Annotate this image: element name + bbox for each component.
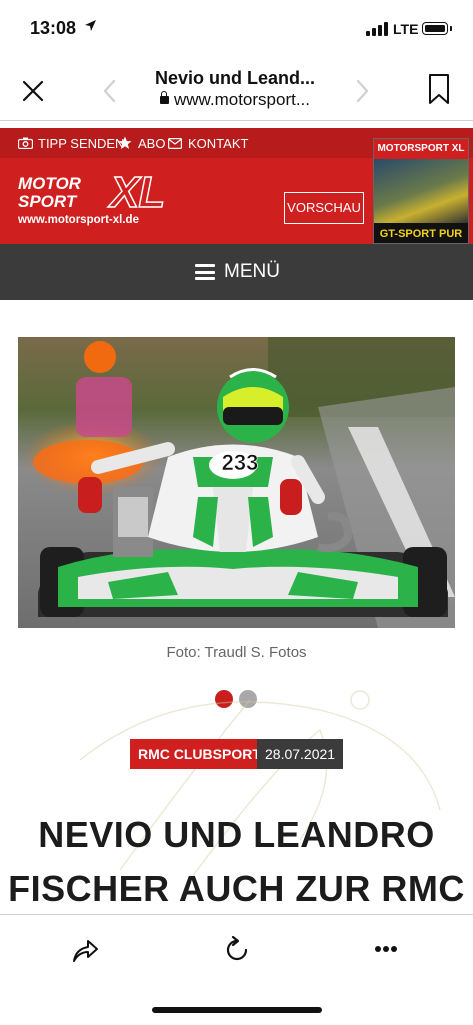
kart-number: 233 xyxy=(221,450,259,476)
share-icon[interactable] xyxy=(70,935,100,965)
camera-icon xyxy=(18,137,33,149)
tip-link[interactable]: TIPP SENDEN xyxy=(38,136,124,151)
home-indicator xyxy=(152,1007,322,1013)
page-title: Nevio und Leand... xyxy=(154,68,315,88)
status-bar: 13:08 LTE xyxy=(0,0,473,58)
browser-toolbar xyxy=(0,914,473,1025)
photo-caption: Foto: Traudl S. Fotos xyxy=(166,644,307,661)
reload-icon[interactable] xyxy=(222,935,252,965)
site-header: TIPP SENDEN ABO KONTAKT XL MOTOR SPORT w… xyxy=(0,128,473,244)
preview-button[interactable]: VORSCHAU xyxy=(284,192,364,224)
carousel-dot-active[interactable] xyxy=(215,690,233,708)
category-tag[interactable]: RMC CLUBSPORT xyxy=(130,739,269,769)
logo-sport: SPORT xyxy=(18,192,77,211)
url-text: www.motorsport... xyxy=(173,90,311,109)
headline-line-2: FISCHER AUCH ZUR RMC xyxy=(8,868,465,909)
kart-photo-illustration xyxy=(18,337,455,628)
menu-icon xyxy=(195,264,215,280)
logo-xl: XL xyxy=(109,167,166,218)
carousel-dot[interactable] xyxy=(239,690,257,708)
bookmark-icon[interactable] xyxy=(424,72,454,106)
date-tag: 28.07.2021 xyxy=(257,739,344,769)
contact-link[interactable]: KONTAKT xyxy=(188,136,248,151)
mail-icon xyxy=(168,138,182,149)
star-icon xyxy=(118,136,132,149)
forward-icon[interactable] xyxy=(350,76,374,106)
menu-bar[interactable]: MENÜ xyxy=(0,244,473,300)
logo-motor: MOTOR xyxy=(18,174,81,193)
abo-link[interactable]: ABO xyxy=(138,136,165,151)
page-url[interactable]: www.motorsport... xyxy=(130,90,340,110)
browser-bar: Nevio und Leand... www.motorsport... xyxy=(0,58,473,121)
svg-text:233: 233 xyxy=(222,450,259,475)
battery-cap xyxy=(450,26,452,31)
menu-label: MENÜ xyxy=(224,261,280,282)
magazine-title: MOTORSPORT XL xyxy=(374,139,468,159)
article-headline: NEVIO UND LEANDRO FISCHER AUCH ZUR RMC xyxy=(0,808,473,916)
signal-icon xyxy=(366,22,388,36)
more-icon[interactable] xyxy=(374,945,398,953)
magazine-image xyxy=(374,159,468,223)
battery-icon xyxy=(422,22,448,35)
magazine-cover[interactable]: MOTORSPORT XL GT-SPORT PUR xyxy=(373,138,469,244)
close-icon[interactable] xyxy=(18,76,48,106)
back-icon[interactable] xyxy=(98,76,122,106)
lock-icon xyxy=(159,91,169,104)
site-logo[interactable]: XL MOTOR SPORT www.motorsport-xl.de xyxy=(18,167,188,232)
magazine-subtitle: GT-SPORT PUR xyxy=(374,223,468,243)
location-arrow-icon xyxy=(85,20,96,31)
network-label: LTE xyxy=(393,21,419,37)
carousel-dots xyxy=(215,690,259,708)
status-time: 13:08 xyxy=(30,18,77,38)
headline-line-1: NEVIO UND LEANDRO xyxy=(38,814,435,855)
article-photo[interactable]: 233 xyxy=(18,337,455,628)
logo-url: www.motorsport-xl.de xyxy=(18,214,139,226)
